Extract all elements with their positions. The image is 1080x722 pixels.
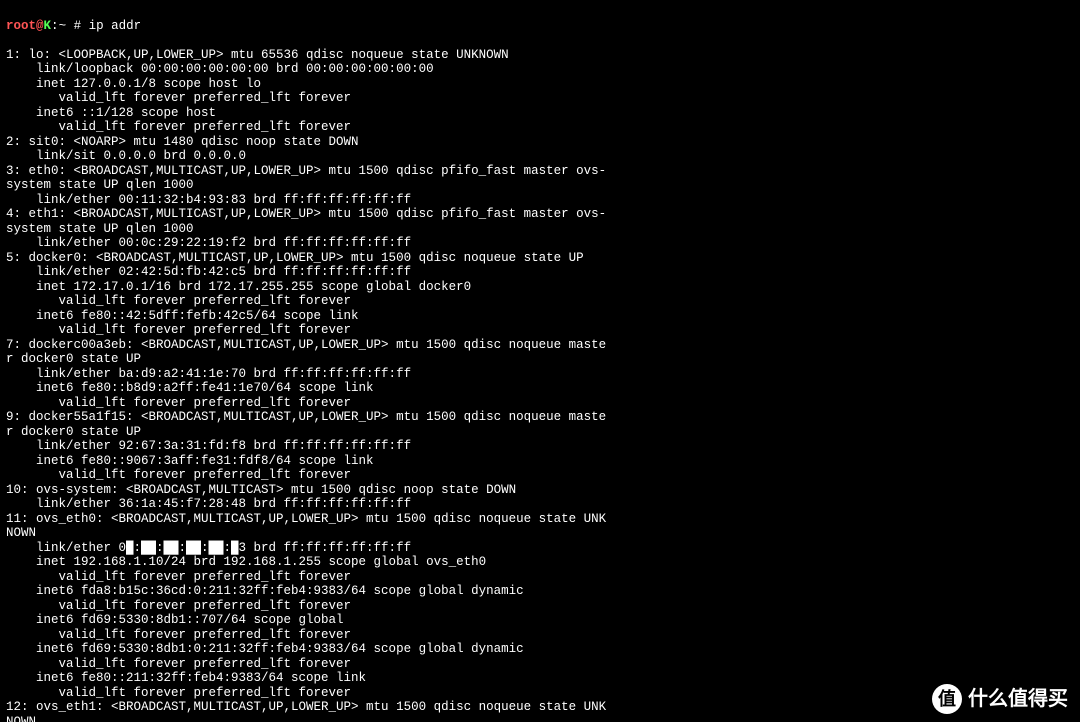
command-text: ip addr [89,19,142,33]
prompt-path: ~ [59,19,67,33]
output-line: valid_lft forever preferred_lft forever [6,91,1074,106]
output-line: NOWN [6,715,1074,722]
output-line: link/ether 00:11:32:b4:93:83 brd ff:ff:f… [6,193,1074,208]
output-line: link/ether ba:d9:a2:41:1e:70 brd ff:ff:f… [6,367,1074,382]
output-line: inet6 fe80::b8d9:a2ff:fe41:1e70/64 scope… [6,381,1074,396]
output-line: 4: eth1: <BROADCAST,MULTICAST,UP,LOWER_U… [6,207,1074,222]
output-line: link/sit 0.0.0.0 brd 0.0.0.0 [6,149,1074,164]
output-line: valid_lft forever preferred_lft forever [6,120,1074,135]
output-line: inet 192.168.1.10/24 brd 192.168.1.255 s… [6,555,1074,570]
output-line: valid_lft forever preferred_lft forever [6,323,1074,338]
output-line: valid_lft forever preferred_lft forever [6,599,1074,614]
command-output: 1: lo: <LOOPBACK,UP,LOWER_UP> mtu 65536 … [6,48,1074,722]
output-line: 2: sit0: <NOARP> mtu 1480 qdisc noop sta… [6,135,1074,150]
output-line: inet6 fe80::211:32ff:feb4:9383/64 scope … [6,671,1074,686]
output-line: system state UP qlen 1000 [6,178,1074,193]
output-line: system state UP qlen 1000 [6,222,1074,237]
output-line: NOWN [6,526,1074,541]
output-line: valid_lft forever preferred_lft forever [6,686,1074,701]
output-line: 9: docker55a1f15: <BROADCAST,MULTICAST,U… [6,410,1074,425]
output-line: valid_lft forever preferred_lft forever [6,468,1074,483]
output-line: valid_lft forever preferred_lft forever [6,294,1074,309]
output-line: r docker0 state UP [6,425,1074,440]
output-line: inet6 ::1/128 scope host [6,106,1074,121]
output-line: inet6 fd69:5330:8db1:0:211:32ff:feb4:938… [6,642,1074,657]
output-line: inet6 fe80::9067:3aff:fe31:fdf8/64 scope… [6,454,1074,469]
output-line: 7: dockerc00a3eb: <BROADCAST,MULTICAST,U… [6,338,1074,353]
output-line: r docker0 state UP [6,352,1074,367]
prompt-colon: : [51,19,59,33]
output-line: link/ether 0█:██:██:██:██:█3 brd ff:ff:f… [6,541,1074,556]
watermark: 值 什么值得买 [932,684,1068,714]
output-line: inet6 fe80::42:5dff:fefb:42c5/64 scope l… [6,309,1074,324]
prompt-line: root@K:~ # ip addr [6,19,1074,34]
output-line: inet6 fda8:b15c:36cd:0:211:32ff:feb4:938… [6,584,1074,599]
output-line: 12: ovs_eth1: <BROADCAST,MULTICAST,UP,LO… [6,700,1074,715]
prompt-host: K [44,19,52,33]
output-line: valid_lft forever preferred_lft forever [6,396,1074,411]
output-line: link/ether 92:67:3a:31:fd:f8 brd ff:ff:f… [6,439,1074,454]
output-line: 3: eth0: <BROADCAST,MULTICAST,UP,LOWER_U… [6,164,1074,179]
watermark-text: 什么值得买 [968,692,1068,707]
output-line: link/ether 02:42:5d:fb:42:c5 brd ff:ff:f… [6,265,1074,280]
watermark-badge-icon: 值 [932,684,962,714]
prompt-user: root [6,19,36,33]
output-line: 1: lo: <LOOPBACK,UP,LOWER_UP> mtu 65536 … [6,48,1074,63]
output-line: inet6 fd69:5330:8db1::707/64 scope globa… [6,613,1074,628]
output-line: link/loopback 00:00:00:00:00:00 brd 00:0… [6,62,1074,77]
output-line: link/ether 36:1a:45:f7:28:48 brd ff:ff:f… [6,497,1074,512]
terminal-output[interactable]: root@K:~ # ip addr 1: lo: <LOOPBACK,UP,L… [0,0,1080,722]
output-line: valid_lft forever preferred_lft forever [6,570,1074,585]
output-line: valid_lft forever preferred_lft forever [6,657,1074,672]
output-line: inet 127.0.0.1/8 scope host lo [6,77,1074,92]
output-line: 11: ovs_eth0: <BROADCAST,MULTICAST,UP,LO… [6,512,1074,527]
output-line: 10: ovs-system: <BROADCAST,MULTICAST> mt… [6,483,1074,498]
output-line: inet 172.17.0.1/16 brd 172.17.255.255 sc… [6,280,1074,295]
output-line: 5: docker0: <BROADCAST,MULTICAST,UP,LOWE… [6,251,1074,266]
output-line: link/ether 00:0c:29:22:19:f2 brd ff:ff:f… [6,236,1074,251]
prompt-symbol: # [66,19,89,33]
prompt-at: @ [36,19,44,33]
output-line: valid_lft forever preferred_lft forever [6,628,1074,643]
